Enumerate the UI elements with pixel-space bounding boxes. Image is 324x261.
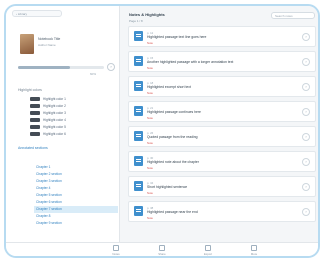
chapter-item[interactable]: Chapter 5 section (34, 192, 118, 199)
highlight-color-item[interactable]: Highlight color 6 (30, 131, 108, 137)
chevron-right-icon[interactable]: › (302, 83, 310, 91)
tab-notes[interactable]: Notes (106, 245, 126, 256)
chapter-item[interactable]: Chapter 3 section (34, 178, 118, 185)
tab-label: More (250, 252, 258, 256)
note-icon (134, 181, 143, 191)
chevron-right-icon[interactable]: › (302, 158, 310, 166)
note-tag: Note (147, 191, 153, 195)
note-tag: Note (147, 216, 153, 220)
chapter-list: Chapter 1 Chapter 2 section Chapter 3 se… (34, 164, 118, 227)
chevron-right-icon[interactable]: › (302, 108, 310, 116)
note-entry[interactable]: p. 26 Quoted passage from the reading No… (128, 126, 316, 147)
notes-page-indicator: Page 1 / 8 (129, 19, 143, 23)
highlight-color-label: Highlight color 4 (43, 118, 66, 122)
note-tag: Note (147, 41, 153, 45)
book-card[interactable]: Notebook Title Author Name (20, 34, 102, 56)
export-icon (205, 245, 211, 251)
note-text: Another highlighted passage with a longe… (147, 60, 234, 64)
highlight-color-label: Highlight color 1 (43, 97, 66, 101)
book-cover-image (20, 34, 34, 54)
chapter-item[interactable]: Chapter 9 section (34, 220, 118, 227)
notes-icon (113, 245, 119, 251)
note-text: Highlighted passage near the end (147, 210, 198, 214)
chapter-item[interactable]: Chapter 6 section (34, 199, 118, 206)
note-text: Highlighted note about the chapter (147, 160, 199, 164)
chevron-right-icon[interactable]: › (302, 208, 310, 216)
note-icon (134, 106, 143, 116)
color-swatch (30, 118, 40, 122)
note-text: Quoted passage from the reading (147, 135, 198, 139)
note-entry[interactable]: p. 38 Highlighted passage near the end N… (128, 201, 316, 222)
chevron-right-icon[interactable]: › (302, 183, 310, 191)
chapter-item[interactable]: Chapter 1 (34, 164, 118, 171)
chevron-icon[interactable]: › (107, 63, 115, 71)
highlight-colors-title: Highlight colors (18, 88, 42, 92)
highlight-color-item[interactable]: Highlight color 1 (30, 96, 108, 102)
color-swatch (30, 132, 40, 136)
tab-label: Export (203, 252, 213, 256)
highlight-color-item[interactable]: Highlight color 5 (30, 124, 108, 130)
note-text: Short highlighted sentence (147, 185, 188, 189)
color-swatch (30, 111, 40, 115)
highlight-color-item[interactable]: Highlight color 4 (30, 117, 108, 123)
note-text: Highlighted passage text line goes here (147, 35, 207, 39)
tablet-frame: ‹ Library Notebook Title Author Name › 6… (4, 4, 320, 258)
progress-label: 60% (90, 72, 97, 76)
color-swatch (30, 104, 40, 108)
back-button[interactable]: ‹ Library (12, 10, 62, 17)
reading-progress-track (18, 66, 104, 69)
bottom-tab-bar: Notes Share Export More (6, 242, 318, 256)
tab-share[interactable]: Share (152, 245, 172, 256)
highlight-color-label: Highlight color 3 (43, 111, 66, 115)
highlight-color-item[interactable]: Highlight color 2 (30, 103, 108, 109)
chapter-item[interactable]: Chapter 4 (34, 185, 118, 192)
chevron-right-icon[interactable]: › (302, 33, 310, 41)
note-tag: Note (147, 91, 153, 95)
sidebar: ‹ Library Notebook Title Author Name › 6… (6, 6, 120, 242)
chevron-right-icon[interactable]: › (302, 133, 310, 141)
note-icon (134, 56, 143, 66)
book-title: Notebook Title (38, 37, 61, 41)
note-icon (134, 81, 143, 91)
chapter-item[interactable]: Chapter 2 section (34, 171, 118, 178)
notes-pane: Notes & Highlights Page 1 / 8 Search not… (121, 6, 318, 242)
note-tag: Note (147, 141, 153, 145)
book-author: Author Name (38, 43, 56, 47)
annotated-sections-title: Annotated sections (18, 146, 48, 150)
highlight-color-label: Highlight color 2 (43, 104, 66, 108)
highlight-color-item[interactable]: Highlight color 3 (30, 110, 108, 116)
highlight-color-label: Highlight color 6 (43, 132, 66, 136)
tab-label: Share (158, 252, 166, 256)
search-input[interactable]: Search notes (271, 12, 315, 19)
note-entry[interactable]: p. 12 Highlighted passage text line goes… (128, 26, 316, 47)
note-tag: Note (147, 166, 153, 170)
note-entry[interactable]: p. 21 Highlighted passage continues here… (128, 101, 316, 122)
note-text: Highlighted excerpt short text (147, 85, 191, 89)
tab-more[interactable]: More (244, 245, 264, 256)
color-swatch (30, 125, 40, 129)
note-icon (134, 131, 143, 141)
chevron-right-icon[interactable]: › (302, 58, 310, 66)
share-icon (159, 245, 165, 251)
note-entry[interactable]: p. 18 Highlighted excerpt short text Not… (128, 76, 316, 97)
chapter-item[interactable]: Chapter 8 (34, 213, 118, 220)
note-entry[interactable]: p. 30 Highlighted note about the chapter… (128, 151, 316, 172)
note-text: Highlighted passage continues here (147, 110, 201, 114)
note-tag: Note (147, 116, 153, 120)
note-icon (134, 156, 143, 166)
tab-label: Notes (112, 252, 120, 256)
color-swatch (30, 97, 40, 101)
note-tag: Note (147, 66, 153, 70)
highlight-color-label: Highlight color 5 (43, 125, 66, 129)
chapter-item-active[interactable]: Chapter 7 section (34, 206, 118, 213)
more-icon (251, 245, 257, 251)
note-icon (134, 206, 143, 216)
tab-export[interactable]: Export (198, 245, 218, 256)
note-entry[interactable]: p. 15 Another highlighted passage with a… (128, 51, 316, 72)
note-entry[interactable]: p. 34 Short highlighted sentence Note › (128, 176, 316, 197)
note-icon (134, 31, 143, 41)
reading-progress-fill (18, 66, 70, 69)
notes-title: Notes & Highlights (129, 12, 165, 17)
